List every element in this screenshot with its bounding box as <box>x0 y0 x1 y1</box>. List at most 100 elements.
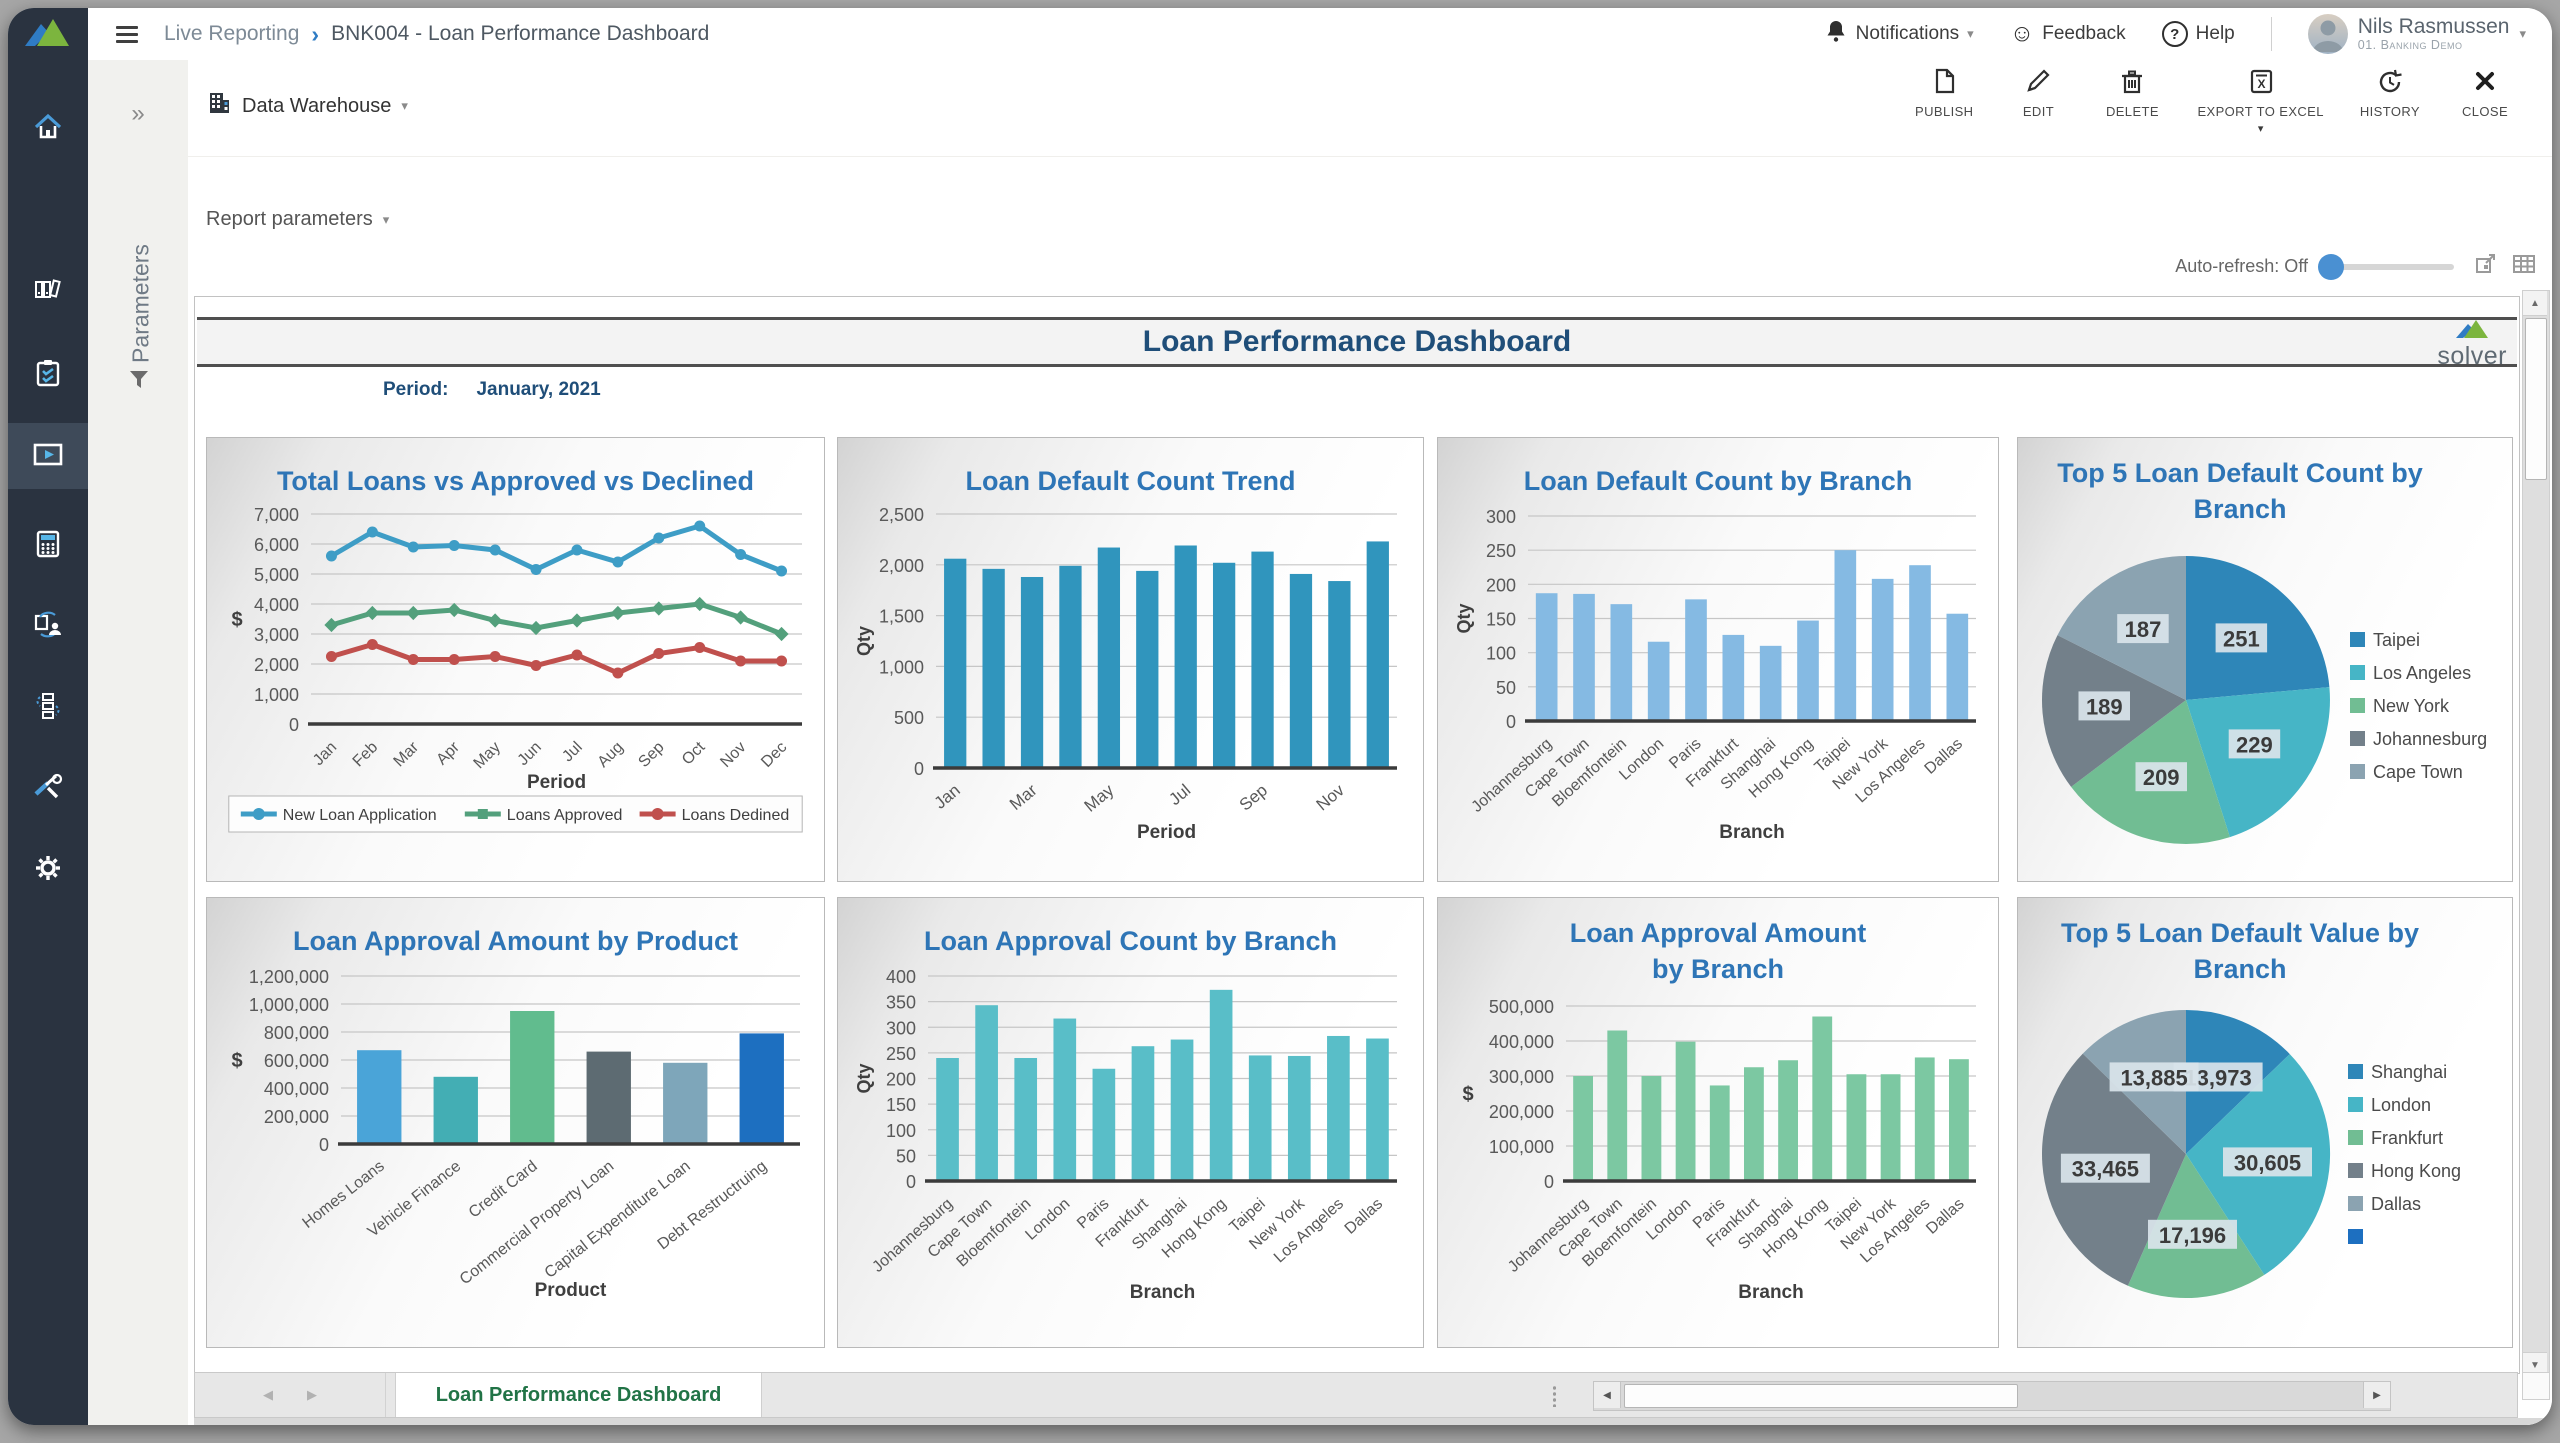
svg-text:4,000: 4,000 <box>254 595 299 615</box>
popout-icon[interactable] <box>2474 252 2498 281</box>
notifications-label: Notifications <box>1856 23 1960 45</box>
report-player-icon <box>32 439 64 474</box>
menu-hamburger-icon[interactable] <box>116 22 138 47</box>
svg-text:150: 150 <box>886 1095 916 1115</box>
horizontal-scrollbar-thumb[interactable] <box>1624 1384 2018 1408</box>
svg-text:New York: New York <box>2373 696 2450 716</box>
tab-splitter-handle[interactable] <box>1553 1385 1556 1407</box>
filter-funnel-icon[interactable] <box>128 370 150 395</box>
user-name: Nils Rasmussen <box>2358 16 2510 38</box>
svg-text:100,000: 100,000 <box>1489 1137 1554 1157</box>
notifications-button[interactable]: Notifications ▾ <box>1824 19 1974 49</box>
top-bar: Live Reporting › BNK004 - Loan Performan… <box>88 8 2552 61</box>
svg-text:17,196: 17,196 <box>2159 1223 2226 1248</box>
svg-text:$: $ <box>231 1050 242 1072</box>
vertical-scrollbar[interactable]: ▲ ▼ <box>2522 290 2550 1378</box>
calculator-icon <box>33 529 63 564</box>
sheet-tab-bar: ◀ ▶ Loan Performance Dashboard ◀ ▶ <box>194 1372 2518 1418</box>
sidebar-item-reports[interactable] <box>8 423 88 489</box>
next-sheet-icon[interactable]: ▶ <box>307 1387 317 1403</box>
auto-refresh-slider-knob[interactable] <box>2318 254 2344 280</box>
svg-text:$: $ <box>1462 1084 1473 1106</box>
svg-text:0: 0 <box>1544 1172 1554 1192</box>
horizontal-scrollbar[interactable]: ◀ ▶ <box>1593 1381 2391 1411</box>
sheet-tab-active[interactable]: Loan Performance Dashboard <box>395 1373 762 1417</box>
svg-text:400,000: 400,000 <box>264 1079 329 1099</box>
data-source-dropdown[interactable]: Data Warehouse ▾ <box>206 90 408 122</box>
svg-text:30,605: 30,605 <box>2234 1150 2301 1175</box>
svg-text:0: 0 <box>1506 712 1516 732</box>
sidebar-item-data-sync[interactable] <box>8 594 88 660</box>
publish-button[interactable]: PUBLISH <box>1915 68 1973 135</box>
svg-text:Jun: Jun <box>515 739 545 769</box>
vertical-scrollbar-thumb[interactable] <box>2525 318 2547 480</box>
auto-refresh-slider[interactable] <box>2322 264 2454 270</box>
svg-text:Mar: Mar <box>1006 780 1041 814</box>
svg-text:400: 400 <box>886 967 916 987</box>
svg-text:3,000: 3,000 <box>254 625 299 645</box>
svg-text:Frankfurt: Frankfurt <box>2371 1128 2443 1148</box>
svg-text:Loans Dedined: Loans Dedined <box>682 807 790 824</box>
svg-text:350: 350 <box>886 993 916 1013</box>
collapse-panel-icon[interactable]: » <box>88 100 188 128</box>
svg-text:1,200,000: 1,200,000 <box>249 967 329 987</box>
svg-text:189: 189 <box>2086 694 2123 719</box>
svg-text:100: 100 <box>886 1121 916 1141</box>
svg-text:Branch: Branch <box>1130 1282 1195 1303</box>
report-toolbar: PUBLISH EDIT DELETE X EXPORT TO EXCEL ▾ … <box>1915 68 2514 135</box>
svg-text:300: 300 <box>1486 507 1516 527</box>
dashboard-document: Loan Performance Dashboard solver Period… <box>194 296 2520 1374</box>
svg-text:Aug: Aug <box>595 739 627 771</box>
svg-text:Branch: Branch <box>1719 822 1784 843</box>
window-bottom-strip <box>194 1418 2552 1425</box>
report-parameters-label: Report parameters <box>206 208 373 231</box>
sidebar-item-home[interactable] <box>8 96 88 162</box>
scroll-up-icon[interactable]: ▲ <box>2523 291 2547 316</box>
svg-text:Branch: Branch <box>2193 954 2286 984</box>
chevron-down-icon: ▾ <box>2258 122 2264 135</box>
sidebar-item-admin-tools[interactable] <box>8 756 88 822</box>
dashboard-title-band: Loan Performance Dashboard solver <box>197 317 2517 367</box>
hierarchy-icon <box>33 691 63 726</box>
sidebar <box>8 8 88 1425</box>
help-button[interactable]: ? Help <box>2162 21 2235 47</box>
svg-text:Period: Period <box>1137 822 1196 843</box>
user-menu[interactable]: Nils Rasmussen 01. Banking Demo ▾ <box>2308 14 2526 54</box>
svg-text:33,465: 33,465 <box>2072 1157 2139 1182</box>
breadcrumb-page-title: BNK004 - Loan Performance Dashboard <box>331 22 709 46</box>
scroll-left-icon[interactable]: ◀ <box>1594 1382 1621 1408</box>
sidebar-item-calculator[interactable] <box>8 513 88 579</box>
auto-refresh-row: Auto-refresh: Off <box>2175 252 2536 281</box>
chart-loan-approval-amount-by-branch: Loan Approval Amountby Branch0100,000200… <box>1437 897 1999 1348</box>
feedback-button[interactable]: ☺ Feedback <box>2010 20 2126 48</box>
scroll-right-icon[interactable]: ▶ <box>2363 1382 2390 1408</box>
prev-sheet-icon[interactable]: ◀ <box>263 1387 273 1403</box>
tasks-clipboard-icon <box>33 358 63 393</box>
table-view-icon[interactable] <box>2512 253 2536 280</box>
history-button[interactable]: HISTORY <box>2360 68 2420 135</box>
svg-text:2,000: 2,000 <box>254 655 299 675</box>
delete-button[interactable]: DELETE <box>2103 68 2161 135</box>
svg-text:Qty: Qty <box>1454 603 1474 633</box>
svg-text:1,500: 1,500 <box>879 607 924 627</box>
svg-text:Loan Approval Amount: Loan Approval Amount <box>1570 918 1867 948</box>
svg-text:$: $ <box>231 609 242 631</box>
home-icon <box>33 112 63 147</box>
svg-text:Sep: Sep <box>635 739 667 771</box>
svg-text:Dallas: Dallas <box>1922 735 1966 777</box>
close-icon <box>2472 68 2498 99</box>
sidebar-item-tasks[interactable] <box>8 342 88 408</box>
sidebar-item-hierarchy[interactable] <box>8 675 88 741</box>
edit-button[interactable]: EDIT <box>2009 68 2067 135</box>
breadcrumb-section[interactable]: Live Reporting <box>164 22 299 46</box>
avatar <box>2308 14 2348 54</box>
sidebar-item-settings[interactable] <box>8 837 88 903</box>
history-clock-icon <box>2377 68 2403 99</box>
export-to-excel-button[interactable]: X EXPORT TO EXCEL ▾ <box>2197 68 2323 135</box>
divider <box>2271 17 2272 51</box>
svg-text:Jan: Jan <box>931 781 964 813</box>
report-parameters-toggle[interactable]: Report parameters ▾ <box>206 208 389 231</box>
sidebar-item-archives[interactable] <box>8 258 88 324</box>
svg-text:Nov: Nov <box>1313 780 1349 814</box>
close-button[interactable]: CLOSE <box>2456 68 2514 135</box>
